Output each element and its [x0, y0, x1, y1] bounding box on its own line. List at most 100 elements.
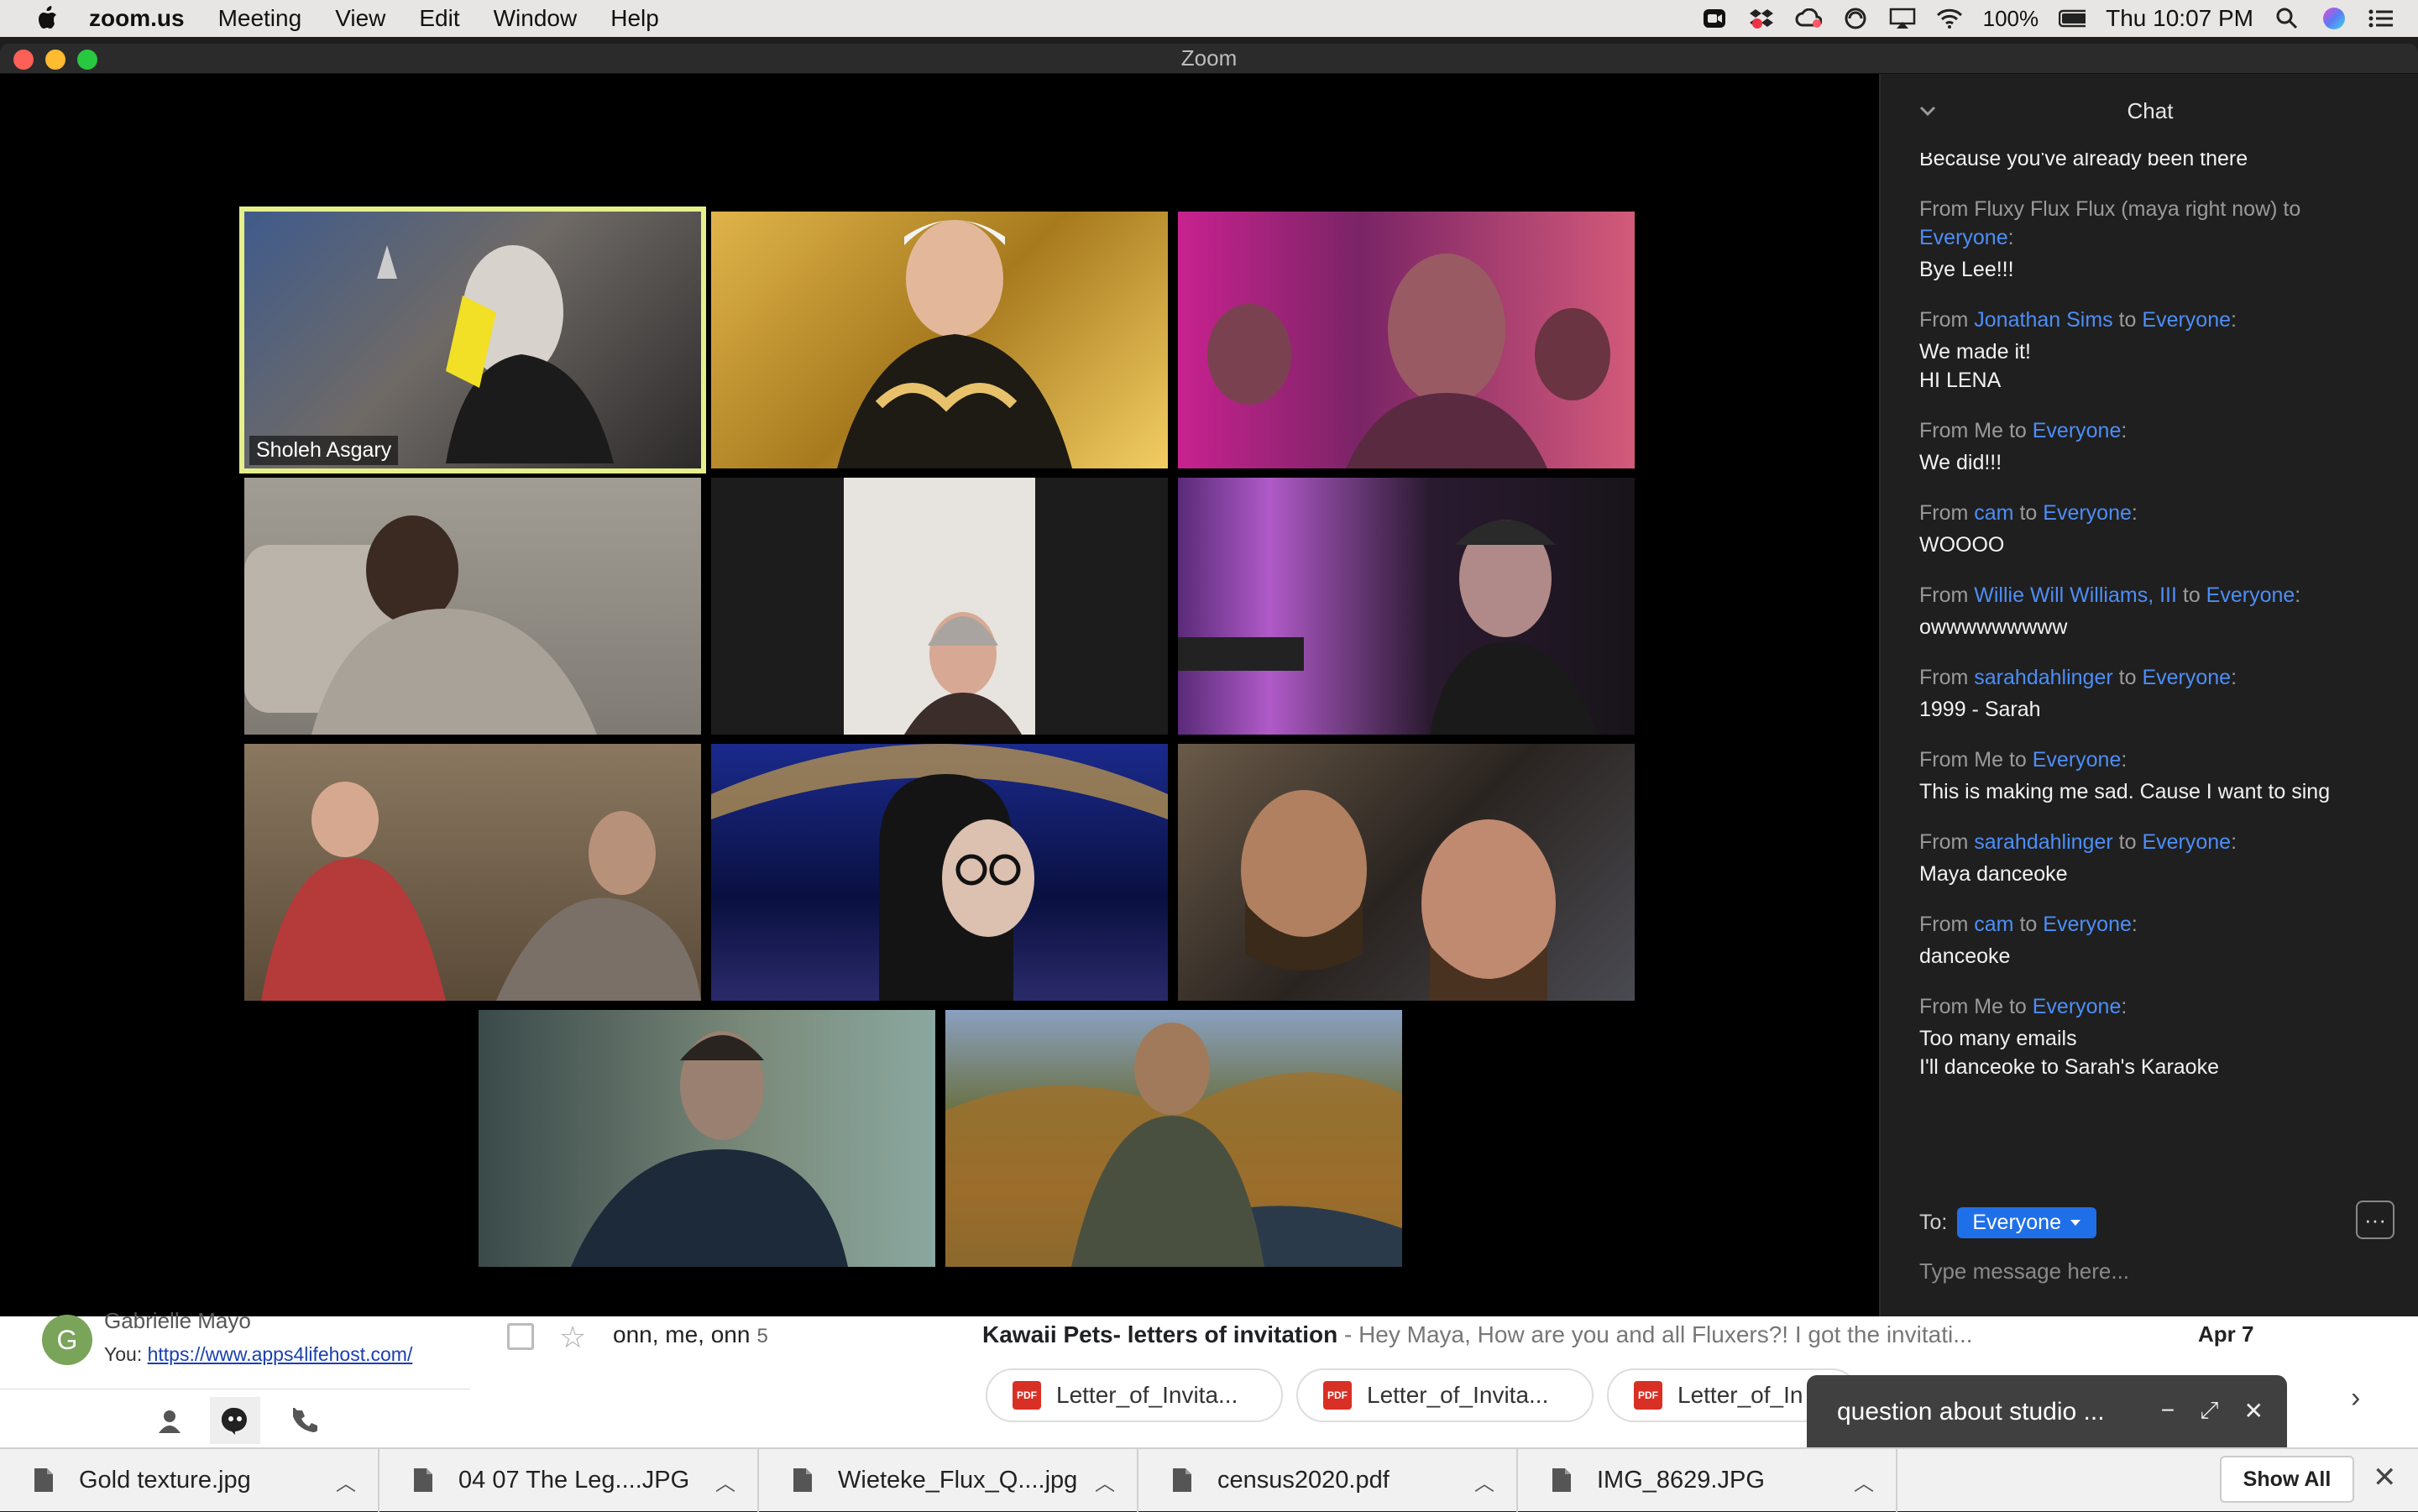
message-line: WOOOO — [1919, 533, 2005, 557]
message-recipient[interactable]: Everyone — [2033, 748, 2122, 772]
message-sender[interactable]: sarahdahlinger — [1974, 666, 2112, 689]
caret-up-icon[interactable]: ︿ — [336, 1467, 356, 1496]
video-tile[interactable] — [1178, 744, 1635, 1001]
minimize-window-button[interactable] — [45, 50, 65, 70]
message-sender[interactable]: cam — [1974, 501, 2013, 525]
notification-center-icon[interactable] — [2368, 7, 2394, 30]
message-recipient[interactable]: Everyone — [2043, 913, 2132, 936]
message-sender[interactable]: Willie Will Williams, III — [1974, 583, 2177, 607]
attachment-chip[interactable]: PDF Letter_of_Invita... — [1296, 1368, 1594, 1422]
message-sender[interactable]: sarahdahlinger — [1974, 830, 2112, 854]
phone-icon[interactable] — [280, 1397, 331, 1444]
download-filename: Wieteke_Flux_Q....jpg — [838, 1466, 1078, 1494]
siri-icon[interactable] — [2321, 7, 2347, 30]
downloads-bar: Gold texture.jpg ︿ 04 07 The Leg....JPG … — [0, 1447, 2418, 1512]
video-tile[interactable] — [479, 1010, 935, 1267]
attachment-name: Letter_of_In — [1677, 1382, 1803, 1408]
participant-video — [261, 782, 701, 1001]
caret-up-icon[interactable]: ︿ — [1095, 1467, 1115, 1496]
message-recipient[interactable]: Everyone — [1919, 226, 2008, 249]
battery-icon[interactable] — [2059, 7, 2086, 30]
menu-app-name[interactable]: zoom.us — [89, 5, 185, 32]
sync-icon[interactable] — [1842, 7, 1869, 30]
video-tile[interactable] — [711, 212, 1168, 468]
close-icon[interactable]: ✕ — [2373, 1461, 2397, 1494]
video-tile[interactable] — [244, 744, 701, 1001]
more-options-button[interactable]: ··· — [2356, 1201, 2394, 1239]
message-line: 1999 - Sarah — [1919, 698, 2041, 721]
video-tile[interactable] — [711, 744, 1168, 1001]
video-tile[interactable] — [711, 478, 1168, 735]
download-item[interactable]: Gold texture.jpg ︿ — [0, 1448, 379, 1512]
chat-message: From Me to Everyone: This is making me sa… — [1919, 746, 2389, 806]
menu-view[interactable]: View — [335, 5, 385, 32]
message-sender[interactable]: Jonathan Sims — [1974, 308, 2112, 332]
menu-meeting[interactable]: Meeting — [218, 5, 302, 32]
dropbox-icon[interactable] — [1748, 7, 1775, 30]
caret-up-icon[interactable]: ︿ — [715, 1467, 735, 1496]
contacts-icon[interactable] — [144, 1397, 195, 1444]
hangouts-contact-name[interactable]: Gabrielle Mayo — [104, 1308, 251, 1334]
fullscreen-window-button[interactable] — [77, 50, 97, 70]
caret-up-icon[interactable]: ︿ — [1854, 1467, 1874, 1496]
download-item[interactable]: IMG_8629.JPG ︿ — [1518, 1448, 1897, 1512]
show-all-downloads-button[interactable]: Show All — [2220, 1456, 2354, 1503]
video-tile[interactable] — [1178, 212, 1635, 468]
video-tile[interactable] — [1178, 478, 1635, 735]
close-icon[interactable]: ✕ — [2244, 1397, 2264, 1425]
email-select-checkbox[interactable] — [507, 1323, 534, 1350]
menu-window[interactable]: Window — [494, 5, 578, 32]
menu-help[interactable]: Help — [610, 5, 659, 32]
spotlight-search-icon[interactable] — [2274, 7, 2300, 30]
message-recipient[interactable]: Everyone — [2142, 308, 2231, 332]
airplay-icon[interactable] — [1889, 7, 1916, 30]
message-recipient[interactable]: Everyone — [2033, 419, 2122, 442]
message-colon: : — [2131, 913, 2138, 936]
message-recipient[interactable]: Everyone — [2043, 501, 2132, 525]
chat-message: From sarahdahlinger to Everyone: 1999 - S… — [1919, 663, 2389, 724]
menu-clock[interactable]: Thu 10:07 PM — [2106, 5, 2253, 32]
minimize-icon[interactable]: − — [2161, 1397, 2175, 1425]
message-colon: : — [2007, 226, 2014, 249]
video-tile[interactable] — [244, 478, 701, 735]
chevron-down-icon[interactable] — [1918, 101, 1938, 121]
caret-up-icon[interactable]: ︿ — [1474, 1467, 1494, 1496]
chat-message-text: Bye Lee!!! — [1919, 255, 2389, 284]
zoom-status-icon[interactable] — [1701, 7, 1728, 30]
email-subject-line[interactable]: Kawaii Pets- letters of invitation - Hey… — [982, 1321, 2065, 1348]
avatar[interactable]: G — [42, 1315, 92, 1365]
download-item[interactable]: 04 07 The Leg....JPG ︿ — [379, 1448, 759, 1512]
star-icon[interactable]: ☆ — [559, 1320, 586, 1355]
caret-down-icon — [2070, 1219, 2080, 1226]
message-sender[interactable]: cam — [1974, 913, 2013, 936]
email-senders[interactable]: onn, me, onn 5 — [613, 1321, 768, 1348]
wifi-icon[interactable] — [1936, 7, 1963, 30]
message-recipient[interactable]: Everyone — [2142, 830, 2231, 854]
hangouts-icon[interactable] — [210, 1397, 260, 1444]
chat-message-input[interactable] — [1919, 1253, 2389, 1290]
chat-message: From Me to Everyone: Too many emails I'll … — [1919, 992, 2389, 1081]
video-tile[interactable] — [945, 1010, 1402, 1267]
recipient-value: Everyone — [1972, 1211, 2061, 1234]
compose-popup-header[interactable]: question about studio ... − ⤢ ✕ — [1807, 1375, 2287, 1449]
message-link[interactable]: https://www.apps4lifehost.com/ — [148, 1343, 413, 1365]
email-date: Apr 7 — [2198, 1321, 2254, 1347]
window-titlebar[interactable]: Zoom — [0, 44, 2418, 74]
message-colon: : — [2295, 583, 2301, 607]
video-tile-active-speaker[interactable]: Sholeh Asgary — [239, 207, 706, 473]
message-recipient[interactable]: Everyone — [2206, 583, 2295, 607]
download-item[interactable]: Wieteke_Flux_Q....jpg ︿ — [759, 1448, 1138, 1512]
creative-cloud-icon[interactable] — [1795, 7, 1822, 30]
chat-message-list[interactable]: Because you've already been there From Fl… — [1919, 153, 2389, 1202]
download-item[interactable]: census2020.pdf ︿ — [1138, 1448, 1518, 1512]
message-recipient[interactable]: Everyone — [2033, 995, 2122, 1018]
apple-menu-icon[interactable] — [35, 6, 59, 31]
menu-edit[interactable]: Edit — [419, 5, 459, 32]
recipient-dropdown[interactable]: Everyone — [1957, 1207, 2096, 1238]
close-window-button[interactable] — [13, 50, 34, 70]
message-recipient[interactable]: Everyone — [2142, 666, 2231, 689]
expand-icon[interactable]: ⤢ — [2200, 1397, 2218, 1425]
chevron-right-icon[interactable]: › — [2351, 1382, 2360, 1415]
attachment-chip[interactable]: PDF Letter_of_Invita... — [986, 1368, 1283, 1422]
file-icon — [34, 1468, 53, 1492]
